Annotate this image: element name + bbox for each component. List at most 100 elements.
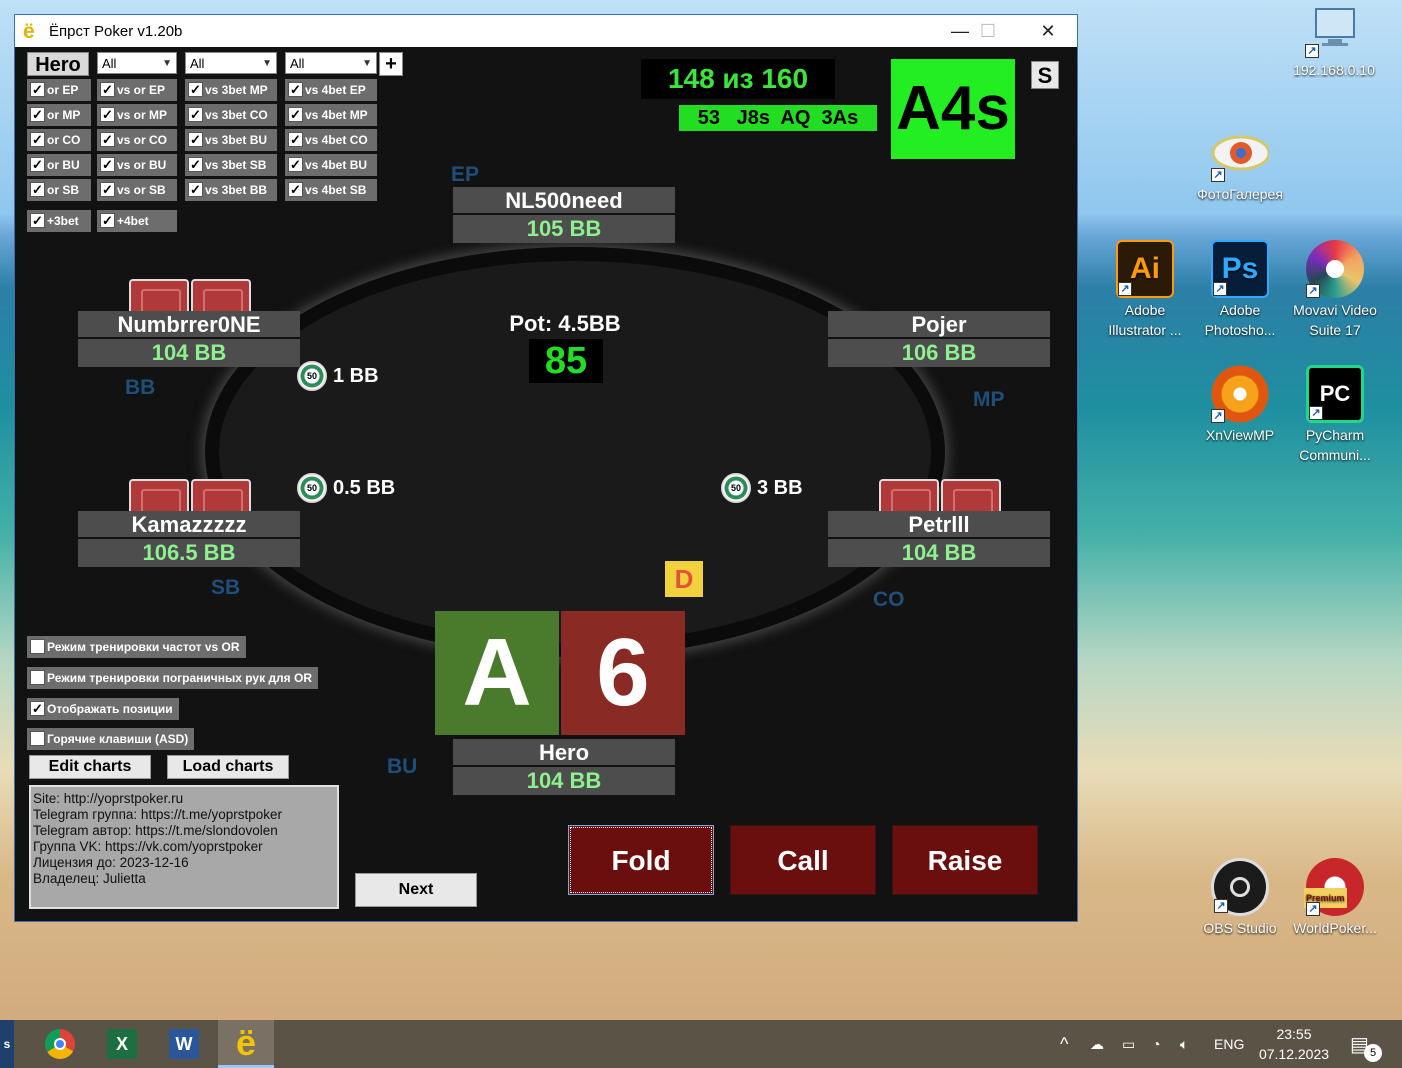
filter-col3-item[interactable]: ✓ vs 3bet BB xyxy=(185,179,277,201)
checkbox-icon: ✓ xyxy=(30,82,45,97)
onedrive-icon[interactable]: ☁ xyxy=(1090,1020,1104,1068)
filter-label: vs 4bet EP xyxy=(305,83,366,97)
battery-icon[interactable]: ▭ xyxy=(1122,1020,1135,1068)
word-icon[interactable]: W xyxy=(156,1020,212,1068)
hero-filter-label[interactable]: Hero xyxy=(27,52,89,76)
filter-select-1[interactable]: All ▼ xyxy=(97,52,177,74)
checkbox-icon: ✓ xyxy=(30,132,45,147)
raise-button[interactable]: Raise xyxy=(892,825,1038,895)
player-stack: 104 BB xyxy=(453,767,675,795)
option-show-positions[interactable]: ✓ Отображать позиции xyxy=(27,698,179,720)
call-button[interactable]: Call xyxy=(730,825,876,895)
filter-col1-item[interactable]: ✓ or MP xyxy=(27,104,91,126)
notification-center-icon[interactable]: ▤ 5 xyxy=(1350,1020,1382,1068)
tray-overflow-icon[interactable]: ^ xyxy=(1060,1020,1068,1068)
filter-col1-item[interactable]: ✓ or CO xyxy=(27,129,91,151)
bet-amount: 1 BB xyxy=(333,364,379,387)
option-frequency-training[interactable]: Режим тренировки частот vs OR xyxy=(27,636,246,658)
filter-select-2[interactable]: All ▼ xyxy=(185,52,277,74)
filter-col4-item[interactable]: ✓ vs 4bet SB xyxy=(285,179,377,201)
filter-label: +4bet xyxy=(117,214,149,228)
excel-icon[interactable]: X xyxy=(94,1020,150,1068)
clock[interactable]: 23:55 07.12.2023 xyxy=(1258,1020,1330,1068)
taskbar-app-left[interactable]: s xyxy=(0,1020,14,1068)
filter-col4-item[interactable]: ✓ vs 4bet MP xyxy=(285,104,377,126)
filter-plus3bet[interactable]: ✓ +3bet xyxy=(27,210,91,232)
desktop-icon-label: PyCharm Communi... xyxy=(1299,427,1371,463)
filter-label: vs 3bet BB xyxy=(205,183,268,197)
filter-select-3-value: All xyxy=(290,56,305,71)
movavi-icon: ↗ xyxy=(1306,240,1364,298)
filter-col4-item[interactable]: ✓ vs 4bet EP xyxy=(285,79,377,101)
title-bar[interactable]: ё Ёпрст Poker v1.20b — ☐ ✕ xyxy=(15,15,1077,47)
progress-counter: 148 из 160 xyxy=(641,59,835,99)
position-label-sb: SB xyxy=(211,576,241,599)
desktop-icon-photogallery[interactable]: ↗ ФотоГалерея xyxy=(1192,124,1288,204)
obs-icon: ↗ xyxy=(1211,858,1269,916)
filter-col1-item[interactable]: ✓ or BU xyxy=(27,154,91,176)
illustrator-icon: Ai ↗ xyxy=(1116,240,1174,298)
s-button[interactable]: S xyxy=(1031,61,1059,89)
filter-label: or BU xyxy=(47,158,80,172)
desktop-icon-photoshop[interactable]: Ps ↗ Adobe Photosho... xyxy=(1192,240,1288,340)
filter-col3-item[interactable]: ✓ vs 3bet BU xyxy=(185,129,277,151)
filter-col3-item[interactable]: ✓ vs 3bet CO xyxy=(185,104,277,126)
filter-col3-item[interactable]: ✓ vs 3bet SB xyxy=(185,154,277,176)
filter-plus4bet[interactable]: ✓ +4bet xyxy=(97,210,177,232)
filter-col2-item[interactable]: ✓ vs or MP xyxy=(97,104,177,126)
add-filter-button[interactable]: + xyxy=(379,52,403,76)
desktop-icon-xnview[interactable]: ↗ XnViewMP xyxy=(1192,365,1288,445)
checkbox-icon: ✓ xyxy=(188,157,203,172)
desktop-icon-illustrator[interactable]: Ai ↗ Adobe Illustrator ... xyxy=(1097,240,1193,340)
desktop-icon-label: 192.168.0.10 xyxy=(1293,62,1375,78)
checkbox-icon: ✓ xyxy=(288,182,303,197)
option-hotkeys[interactable]: Горячие клавиши (ASD) xyxy=(27,728,195,750)
player-name: Numbrrer0NE xyxy=(78,311,300,339)
maximize-button[interactable]: ☐ xyxy=(959,15,1017,47)
filter-col3-item[interactable]: ✓ vs 3bet MP xyxy=(185,79,277,101)
close-button[interactable]: ✕ xyxy=(1019,15,1077,47)
filter-label: vs 4bet SB xyxy=(305,183,367,197)
info-line: Владелец: Julietta xyxy=(33,871,146,886)
filter-col4-item[interactable]: ✓ vs 4bet CO xyxy=(285,129,377,151)
load-charts-button[interactable]: Load charts xyxy=(167,755,289,779)
filter-col2-item[interactable]: ✓ vs or EP xyxy=(97,79,177,101)
chrome-icon[interactable] xyxy=(32,1020,88,1068)
desktop-icon-pycharm[interactable]: PC ↗ PyCharm Communi... xyxy=(1287,365,1383,465)
illustrator-glyph: Ai xyxy=(1130,252,1160,285)
pycharm-icon: PC ↗ xyxy=(1306,365,1364,423)
option-borderline-training[interactable]: Режим тренировки пограничных рук для OR xyxy=(27,667,319,689)
error-hands-list: 53 J8s AQ 3As xyxy=(679,105,877,131)
filter-label: vs or BU xyxy=(117,158,167,172)
chip-icon: 50 xyxy=(297,361,327,391)
desktop-icon-movavi[interactable]: ↗ Movavi Video Suite 17 xyxy=(1287,240,1383,340)
edit-charts-button[interactable]: Edit charts xyxy=(29,755,151,779)
next-button[interactable]: Next xyxy=(355,873,477,907)
desktop-icon-label: WorldPoker... xyxy=(1293,920,1377,936)
card-back xyxy=(879,479,939,517)
language-indicator[interactable]: ENG xyxy=(1214,1020,1244,1068)
poker-trainer-taskbar-icon[interactable]: ё xyxy=(218,1020,274,1068)
filter-label: vs or EP xyxy=(117,83,166,97)
info-line: Telegram группа: https://t.me/yoprstpoke… xyxy=(33,807,282,822)
filter-select-3[interactable]: All ▼ xyxy=(285,52,377,74)
desktop-icon-label: Movavi Video Suite 17 xyxy=(1293,302,1377,338)
filter-label: vs 4bet CO xyxy=(305,133,368,147)
volume-icon[interactable]: 🔈︎ xyxy=(1180,1020,1188,1068)
filter-col2-item[interactable]: ✓ vs or SB xyxy=(97,179,177,201)
desktop-icon-network[interactable]: ↗ 192.168.0.10 xyxy=(1286,0,1382,80)
chrome-logo xyxy=(45,1029,75,1059)
desktop-icon-worldpoker[interactable]: Premium ↗ WorldPoker... xyxy=(1287,858,1383,938)
current-hand-display: A4s xyxy=(891,59,1015,159)
desktop-icon-obs[interactable]: ↗ OBS Studio xyxy=(1192,858,1288,938)
fold-button[interactable]: Fold xyxy=(568,825,714,895)
wifi-icon[interactable]: ◔ xyxy=(1152,1020,1160,1068)
filter-col4-item[interactable]: ✓ vs 4bet BU xyxy=(285,154,377,176)
filter-col1-item[interactable]: ✓ or SB xyxy=(27,179,91,201)
filter-col1-item[interactable]: ✓ or EP xyxy=(27,79,91,101)
filter-col2-item[interactable]: ✓ vs or BU xyxy=(97,154,177,176)
filter-col2-item[interactable]: ✓ vs or CO xyxy=(97,129,177,151)
player-seat-mp: Pojer 106 BB xyxy=(828,311,1050,367)
info-line: Лицензия до: 2023-12-16 xyxy=(33,855,189,870)
shortcut-arrow-icon: ↗ xyxy=(1211,168,1225,182)
